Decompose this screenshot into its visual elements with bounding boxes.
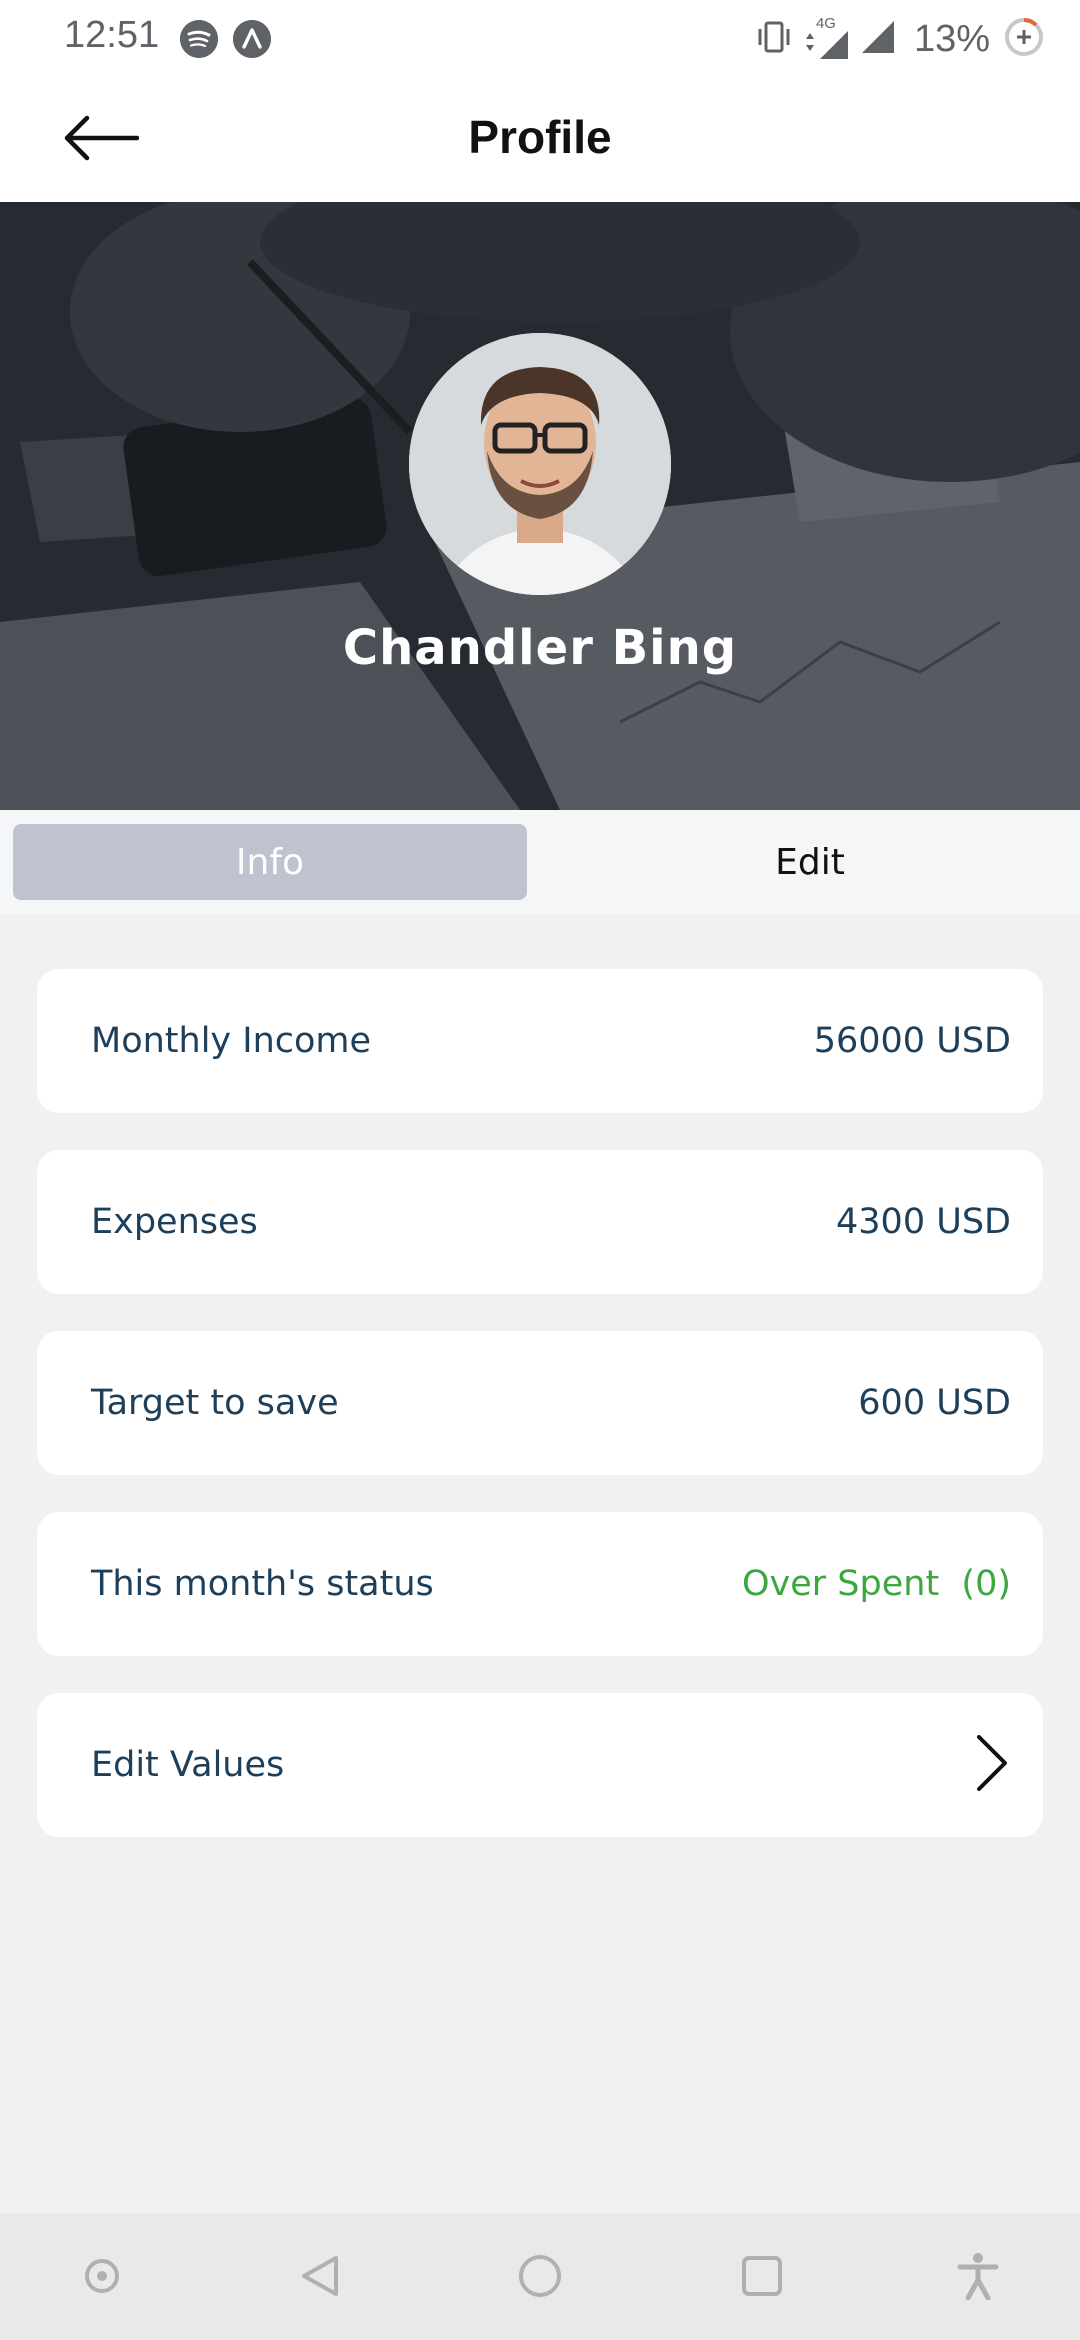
signal-icon [860, 19, 896, 59]
accessibility-button[interactable] [952, 2252, 1004, 2304]
expenses-card: Expenses 4300 USD [37, 1150, 1043, 1294]
expenses-label: Expenses [91, 1202, 258, 1242]
tab-info[interactable]: Info [13, 824, 527, 900]
spotify-icon [180, 20, 218, 58]
chevron-right-icon [971, 1733, 1011, 1797]
page-title: Profile [468, 111, 612, 163]
target-to-save-card: Target to save 600 USD [37, 1331, 1043, 1475]
target-to-save-value: 600 USD [858, 1383, 1011, 1423]
edit-values-button[interactable]: Edit Values [37, 1693, 1043, 1837]
battery-saver-icon [1004, 17, 1044, 61]
network-type: 4G [802, 15, 852, 61]
system-nav-bar [0, 2214, 1080, 2340]
monthly-income-card: Monthly Income 56000 USD [37, 969, 1043, 1113]
expenses-value: 4300 USD [836, 1202, 1011, 1242]
nav-home-button[interactable] [514, 2252, 566, 2304]
tab-edit[interactable]: Edit [553, 824, 1067, 900]
accessibility-icon [956, 2252, 1000, 2304]
triangle-back-icon [298, 2254, 342, 2302]
edit-values-label: Edit Values [91, 1745, 285, 1785]
avatar-photo [409, 333, 671, 595]
month-status-value: Over Spent (0) [741, 1564, 1011, 1604]
square-recents-icon [740, 2254, 784, 2302]
battery-percent: 13% [913, 17, 990, 60]
nav-recents-button[interactable] [736, 2252, 788, 2304]
status-time: 12:51 [64, 14, 160, 56]
monthly-income-label: Monthly Income [91, 1021, 372, 1061]
status-indicators: 4G 13% [754, 14, 1044, 64]
assistant-icon [82, 2256, 122, 2300]
monthly-income-value: 56000 USD [813, 1021, 1011, 1061]
assistant-button[interactable] [76, 2252, 128, 2304]
avatar [409, 333, 671, 595]
nav-back-button[interactable] [294, 2252, 346, 2304]
month-status-card: This month's status Over Spent (0) [37, 1512, 1043, 1656]
target-to-save-label: Target to save [91, 1383, 339, 1423]
circle-home-icon [517, 2253, 563, 2303]
month-status-label: This month's status [91, 1564, 434, 1604]
profile-name: Chandler Bing [342, 620, 738, 676]
status-bar: 12:51 4G 13% [0, 0, 1080, 80]
app-notification-icon [233, 20, 271, 58]
app-bar: Profile [0, 80, 1080, 202]
vibrate-icon [754, 17, 794, 61]
segmented-tabs: Info Edit [0, 810, 1080, 914]
profile-header: Chandler Bing [0, 202, 1080, 810]
